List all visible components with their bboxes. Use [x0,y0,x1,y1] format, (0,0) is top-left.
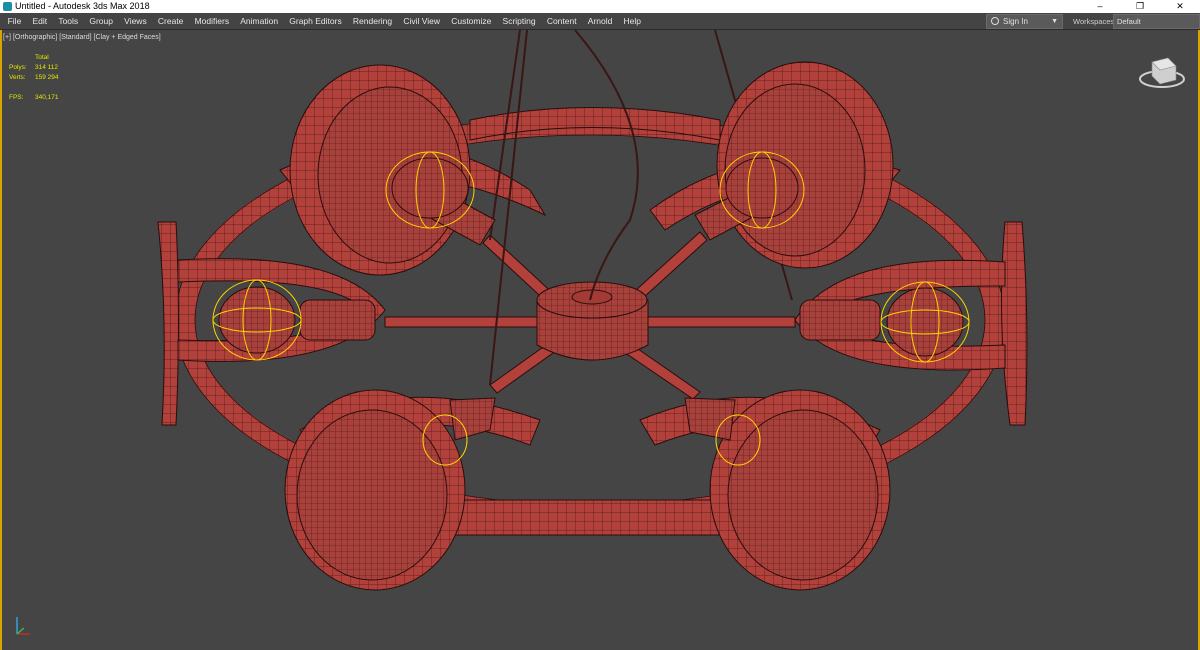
viewcube-icon[interactable] [1139,57,1185,88]
viewport-menu-display[interactable]: [Clay + Edged Faces] [94,34,161,41]
shade-bottom-right [709,389,891,591]
fps-label: FPS: [9,94,24,101]
fps-value: 340,171 [35,94,59,101]
viewport-menu-shading[interactable]: [Standard] [59,34,91,41]
viewport-menu-plus[interactable]: [+] [3,34,11,41]
verts-value: 159 294 [35,74,59,81]
viewport-labels: [+] [Orthographic] [Standard] [Clay + Ed… [3,33,161,42]
chandelier-model[interactable] [157,29,1028,591]
verts-label: Verts: [9,74,26,81]
polys-value: 314 112 [35,64,59,71]
stats-header: Total [35,54,49,61]
left-end-cap [157,221,179,426]
scene-canvas[interactable] [0,0,1200,650]
band-bottom-center [419,499,761,536]
world-axis-icon [16,617,30,635]
viewport-menu-view[interactable]: [Orthographic] [13,34,57,41]
polys-label: Polys: [9,64,27,71]
shade-bottom-left [284,389,466,591]
right-end-cap [1000,221,1028,426]
